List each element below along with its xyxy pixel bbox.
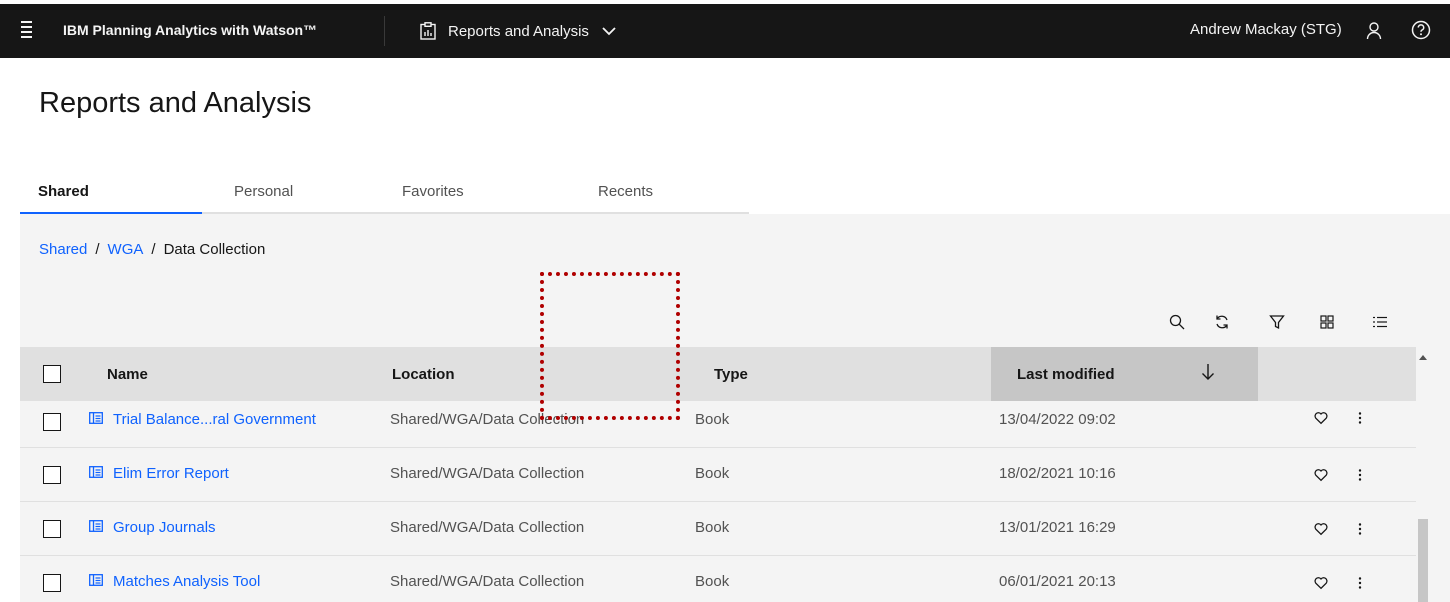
tab-recents[interactable]: Recents (566, 170, 749, 214)
tab-shared[interactable]: Shared (20, 170, 202, 214)
heart-icon[interactable] (1314, 468, 1328, 486)
tab-personal[interactable]: Personal (202, 170, 384, 214)
breadcrumb-current: Data Collection (163, 241, 266, 258)
user-icon[interactable] (1366, 21, 1382, 46)
table-row[interactable]: Trial Balance...ral Government Shared/WG… (20, 401, 1416, 448)
table-row[interactable]: Elim Error Report Shared/WGA/Data Collec… (20, 448, 1416, 502)
tile-view-icon[interactable] (1315, 310, 1339, 334)
row-location: Shared/WGA/Data Collection (390, 573, 585, 590)
row-checkbox[interactable] (43, 520, 61, 538)
row-checkbox[interactable] (43, 413, 61, 431)
book-icon (89, 455, 103, 493)
heart-icon[interactable] (1314, 522, 1328, 540)
breadcrumb: Shared / WGA / Data Collection (39, 241, 265, 258)
row-name-link[interactable]: Elim Error Report (89, 455, 229, 493)
overflow-menu-icon[interactable] (1357, 576, 1363, 594)
column-header-last-modified[interactable]: Last modified (991, 347, 1258, 401)
row-location: Shared/WGA/Data Collection (390, 411, 585, 428)
table-header: Name Location Type Last modified (20, 347, 1416, 401)
scroll-up-arrow-icon[interactable] (1419, 355, 1427, 360)
row-last-modified: 13/01/2021 16:29 (999, 519, 1116, 536)
row-name-link[interactable]: Trial Balance...ral Government (89, 401, 316, 439)
column-header-location[interactable]: Location (392, 347, 455, 401)
select-all-checkbox[interactable] (43, 365, 61, 383)
header-divider (384, 16, 385, 46)
heart-icon[interactable] (1314, 411, 1328, 429)
row-type: Book (695, 573, 730, 590)
row-last-modified: 13/04/2022 09:02 (999, 411, 1116, 428)
user-name[interactable]: Andrew Mackay (STG) (1190, 21, 1342, 38)
scrollbar-thumb[interactable] (1418, 519, 1428, 602)
row-last-modified: 06/01/2021 20:13 (999, 573, 1116, 590)
row-type: Book (695, 519, 730, 536)
filter-icon[interactable] (1265, 310, 1289, 334)
page-title: Reports and Analysis (39, 87, 312, 119)
vertical-scrollbar[interactable] (1416, 347, 1430, 602)
row-name-link[interactable]: Matches Analysis Tool (89, 563, 260, 601)
app-switcher[interactable]: Reports and Analysis (420, 16, 617, 46)
app-switcher-label: Reports and Analysis (448, 22, 589, 40)
breadcrumb-separator: / (95, 241, 100, 258)
row-name: Trial Balance...ral Government (113, 411, 316, 428)
table-row[interactable]: Group Journals Shared/WGA/Data Collectio… (20, 502, 1416, 556)
product-name[interactable]: IBM Planning Analytics with Watson™ (63, 22, 317, 38)
row-name-link[interactable]: Group Journals (89, 509, 216, 547)
table-row[interactable]: Matches Analysis Tool Shared/WGA/Data Co… (20, 556, 1416, 602)
column-header-name[interactable]: Name (107, 347, 148, 401)
row-name: Group Journals (113, 519, 216, 536)
row-checkbox[interactable] (43, 574, 61, 592)
row-location: Shared/WGA/Data Collection (390, 519, 585, 536)
hamburger-menu-icon[interactable] (18, 21, 36, 39)
heart-icon[interactable] (1314, 576, 1328, 594)
breadcrumb-separator: / (151, 241, 156, 258)
help-icon[interactable] (1411, 20, 1431, 45)
overflow-menu-icon[interactable] (1357, 411, 1363, 429)
column-header-last-modified-label: Last modified (1017, 366, 1115, 383)
overflow-menu-icon[interactable] (1357, 522, 1363, 540)
top-navigation-bar: IBM Planning Analytics with Watson™ Repo… (0, 4, 1450, 58)
row-last-modified: 18/02/2021 10:16 (999, 465, 1116, 482)
row-name: Matches Analysis Tool (113, 573, 261, 590)
row-type: Book (695, 465, 730, 482)
toolbar (20, 310, 1430, 334)
column-header-type[interactable]: Type (714, 347, 748, 401)
chevron-down-icon (601, 23, 617, 39)
book-icon (89, 509, 103, 547)
list-view-icon[interactable] (1368, 310, 1392, 334)
overflow-menu-icon[interactable] (1357, 468, 1363, 486)
breadcrumb-wga[interactable]: WGA (108, 241, 144, 258)
content-area: Shared / WGA / Data Collection Name Loca… (20, 214, 1450, 602)
search-icon[interactable] (1165, 310, 1189, 334)
report-clipboard-icon (420, 22, 436, 40)
row-checkbox[interactable] (43, 466, 61, 484)
tab-favorites[interactable]: Favorites (384, 170, 566, 214)
row-name: Elim Error Report (113, 465, 229, 482)
breadcrumb-shared[interactable]: Shared (39, 241, 87, 258)
book-icon (89, 563, 103, 601)
book-icon (89, 401, 103, 439)
refresh-icon[interactable] (1210, 310, 1234, 334)
row-location: Shared/WGA/Data Collection (390, 465, 585, 482)
sort-descending-icon[interactable] (1200, 362, 1216, 386)
row-type: Book (695, 411, 730, 428)
